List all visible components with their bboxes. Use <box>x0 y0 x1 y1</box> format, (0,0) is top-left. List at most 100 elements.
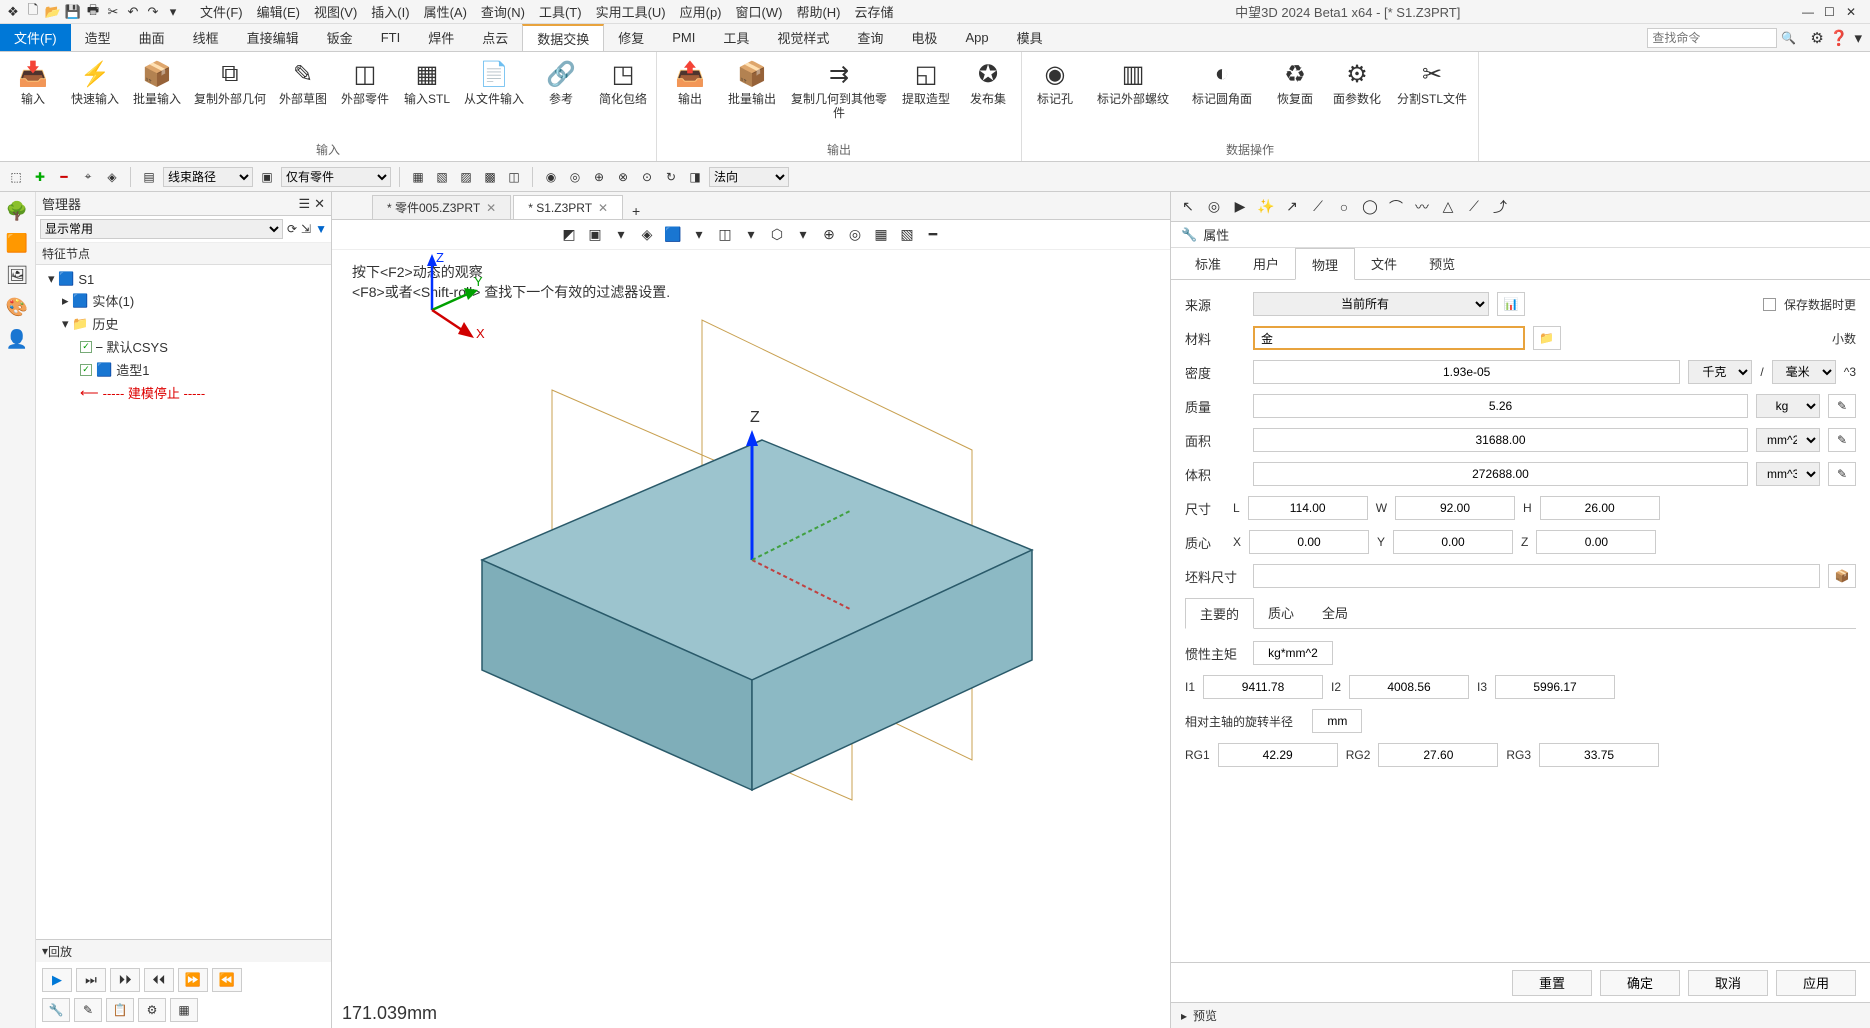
tool4-button[interactable]: ⚙ <box>138 998 166 1022</box>
vt-icon[interactable]: ⬡ <box>766 224 788 246</box>
tool2-button[interactable]: ✎ <box>74 998 102 1022</box>
rt-icon[interactable]: ⟋ <box>1307 196 1329 218</box>
tool3-button[interactable]: 📋 <box>106 998 134 1022</box>
i1-value[interactable] <box>1203 675 1323 699</box>
cmd-ext-sketch[interactable]: ✎外部草图 <box>278 58 328 138</box>
display-filter[interactable]: 显示常用 <box>40 219 283 239</box>
refresh-icon[interactable]: ⟳ <box>287 222 297 236</box>
open-icon[interactable]: 📂 <box>44 3 62 21</box>
radius-unit[interactable] <box>1312 709 1362 733</box>
rt-icon[interactable]: ✨ <box>1255 196 1277 218</box>
t2-icon[interactable]: ▩ <box>480 167 500 187</box>
subtab-global[interactable]: 全局 <box>1308 598 1362 628</box>
vt-icon[interactable]: ◎ <box>844 224 866 246</box>
tree-icon[interactable]: 🌳 <box>4 198 30 224</box>
menu-insert[interactable]: 插入(I) <box>371 2 409 21</box>
tree-history[interactable]: ▾ 📁 历史 <box>40 312 327 335</box>
t2-icon[interactable]: ▦ <box>408 167 428 187</box>
chevron-down-icon[interactable]: ▾ <box>1854 29 1862 47</box>
material-icon[interactable]: 🎨 <box>4 294 30 320</box>
calc-button[interactable]: 📊 <box>1497 292 1525 316</box>
material-input[interactable] <box>1253 326 1525 350</box>
menu-app[interactable]: 应用(p) <box>680 2 722 21</box>
cmd-batch-export[interactable]: 📦批量输出 <box>727 58 777 138</box>
vt-icon[interactable]: ▧ <box>896 224 918 246</box>
ribbon-tab-pmi[interactable]: PMI <box>658 24 709 51</box>
cmd-copy-ext-geo[interactable]: ⧉复制外部几何 <box>194 58 266 138</box>
volume-edit-button[interactable]: ✎ <box>1828 462 1856 486</box>
apply-button[interactable]: 应用 <box>1776 970 1856 996</box>
vt-icon[interactable]: ▾ <box>792 224 814 246</box>
cmd-batch-import[interactable]: 📦批量输入 <box>132 58 182 138</box>
menu-query[interactable]: 查询(N) <box>481 2 525 21</box>
material-browse-button[interactable]: 📁 <box>1533 326 1561 350</box>
ribbon-tab-app[interactable]: App <box>951 24 1002 51</box>
print-icon[interactable]: 🖶 <box>84 3 102 21</box>
menu-cloud[interactable]: 云存储 <box>855 2 894 21</box>
cmd-mark-fillet[interactable]: ◐标记圆角面 <box>1186 58 1258 138</box>
cmd-restore-face[interactable]: ♻恢复面 <box>1270 58 1320 138</box>
vt-icon[interactable]: ⊕ <box>818 224 840 246</box>
tree-model-stop[interactable]: ⟵ ----- 建模停止 ----- <box>40 381 327 404</box>
cmd-import-stl[interactable]: ▦输入STL <box>402 58 452 138</box>
normal-combo[interactable]: 法向 <box>709 167 789 187</box>
size-w-value[interactable] <box>1395 496 1515 520</box>
density-unit2[interactable]: 毫米 <box>1772 360 1836 384</box>
density-value[interactable] <box>1253 360 1680 384</box>
cmd-export[interactable]: 📤输出 <box>665 58 715 138</box>
cmd-reference[interactable]: 🔗参考 <box>536 58 586 138</box>
centroid-y-value[interactable] <box>1393 530 1513 554</box>
blank-calc-button[interactable]: 📦 <box>1828 564 1856 588</box>
t2-icon[interactable]: ◨ <box>685 167 705 187</box>
app-icon[interactable]: ❖ <box>4 3 22 21</box>
cmd-quick-import[interactable]: ⚡快速输入 <box>70 58 120 138</box>
cmd-copy-to-other[interactable]: ⇉复制几何到其他零件 <box>789 58 889 138</box>
search-icon[interactable]: 🔍 <box>1781 31 1796 45</box>
tree-csys[interactable]: ✓ ⎯ 默认CSYS <box>40 335 327 358</box>
ptab-physics[interactable]: 物理 <box>1295 248 1355 280</box>
ribbon-tab-visual[interactable]: 视觉样式 <box>763 24 843 51</box>
save-on-update-checkbox[interactable] <box>1763 298 1776 311</box>
ok-button[interactable]: 确定 <box>1600 970 1680 996</box>
cmd-mark-hole[interactable]: ◉标记孔 <box>1030 58 1080 138</box>
vt-icon[interactable]: ▣ <box>584 224 606 246</box>
viewport[interactable]: 按下<F2>动态的观察 <F8>或者<Shift-roll> 查找下一个有效的过… <box>332 250 1170 1028</box>
ribbon-tab-weld[interactable]: 焊件 <box>414 24 468 51</box>
inertia-unit[interactable] <box>1253 641 1333 665</box>
ribbon-tab-direct[interactable]: 直接编辑 <box>233 24 313 51</box>
preview-bar[interactable]: ▸ 预览 <box>1171 1002 1870 1028</box>
target-icon[interactable]: ⌖ <box>78 167 98 187</box>
doc-tab-1[interactable]: * 零件005.Z3PRT✕ <box>372 195 511 219</box>
filter-combo[interactable]: 线束路径 <box>163 167 253 187</box>
density-unit1[interactable]: 千克 <box>1688 360 1752 384</box>
menu-attr[interactable]: 属性(A) <box>424 2 467 21</box>
rt-icon[interactable]: 〰 <box>1411 196 1433 218</box>
blank-value[interactable] <box>1253 564 1820 588</box>
help-icon[interactable]: ❓ <box>1830 29 1849 47</box>
t2-icon[interactable]: ◉ <box>541 167 561 187</box>
i3-value[interactable] <box>1495 675 1615 699</box>
cube-icon[interactable]: ◈ <box>102 167 122 187</box>
rt-icon[interactable]: ⟋ <box>1463 196 1485 218</box>
ptab-preview[interactable]: 预览 <box>1413 248 1471 279</box>
vt-icon[interactable]: ◈ <box>636 224 658 246</box>
doc-tab-2[interactable]: * S1.Z3PRT✕ <box>513 195 623 219</box>
parts-combo[interactable]: 仅有零件 <box>281 167 391 187</box>
step-fwd-button[interactable]: ⏵⏵ <box>110 968 140 992</box>
minus-icon[interactable]: ━ <box>54 167 74 187</box>
step-end-button[interactable]: ⏭ <box>76 968 106 992</box>
menu-edit[interactable]: 编辑(E) <box>257 2 300 21</box>
new-icon[interactable]: 🗋 <box>24 3 42 21</box>
area-edit-button[interactable]: ✎ <box>1828 428 1856 452</box>
t2-icon[interactable]: ▧ <box>432 167 452 187</box>
t2-icon[interactable]: ↻ <box>661 167 681 187</box>
ribbon-tab-sheet[interactable]: 钣金 <box>313 24 367 51</box>
cmd-publish-set[interactable]: ✪发布集 <box>963 58 1013 138</box>
cmd-import[interactable]: 📥输入 <box>8 58 58 138</box>
vt-icon[interactable]: 🟦 <box>662 224 684 246</box>
vt-icon[interactable]: ▾ <box>688 224 710 246</box>
menu-window[interactable]: 窗口(W) <box>736 2 783 21</box>
tool5-button[interactable]: ▦ <box>170 998 198 1022</box>
rt-icon[interactable]: ⤴ <box>1489 196 1511 218</box>
menu-util[interactable]: 实用工具(U) <box>596 2 666 21</box>
